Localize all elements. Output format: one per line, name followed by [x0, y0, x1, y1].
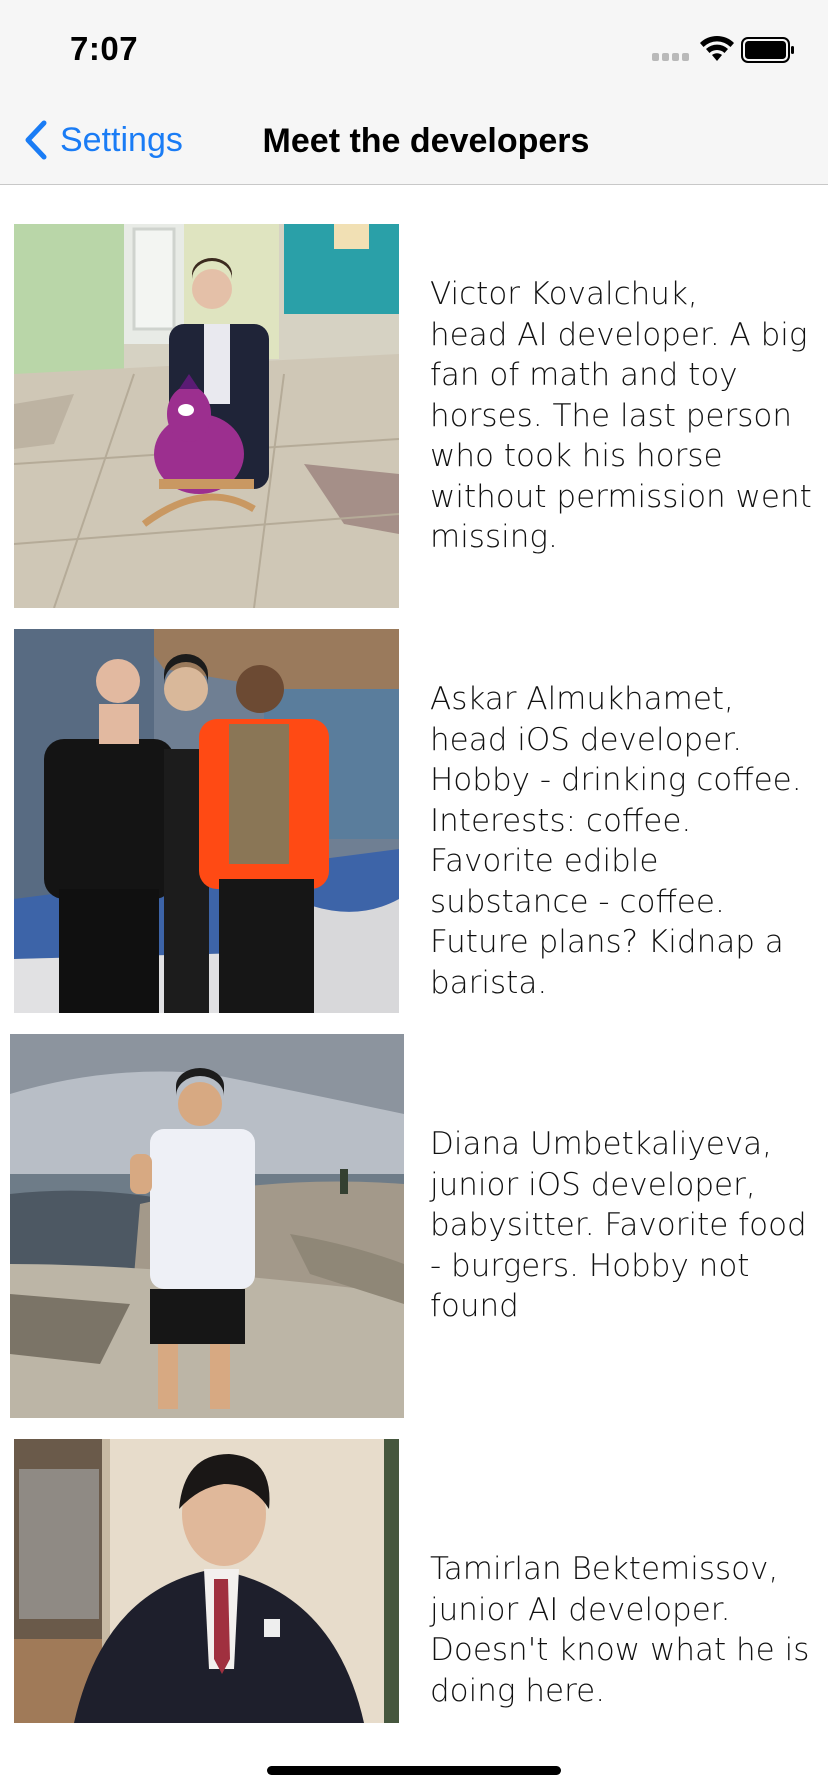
cellular-signal-icon: [652, 53, 690, 61]
status-bar: 7:07: [0, 0, 828, 96]
developer-card: Tamirlan Bektemissov, junior AI develope…: [0, 1439, 828, 1723]
developer-description: Askar Almukhamet, head iOS developer. Ho…: [430, 681, 802, 1001]
developer-photo: [14, 1439, 399, 1723]
developer-description: Tamirlan Bektemissov, junior AI develope…: [430, 1551, 810, 1709]
wifi-icon: [698, 34, 736, 64]
page-title: Meet the developers: [262, 122, 590, 160]
developer-description: Diana Umbetkaliyeva, junior iOS develope…: [430, 1126, 807, 1324]
developer-photo: [14, 629, 399, 1013]
battery-icon: [741, 37, 795, 63]
developer-photo: [14, 224, 399, 608]
navigation-bar: Settings Meet the developers: [0, 96, 828, 185]
status-time: 7:07: [70, 30, 139, 67]
developer-description: Victor Kovalchuk, head AI developer. A b…: [430, 276, 812, 555]
home-indicator[interactable]: [267, 1766, 561, 1775]
developer-card: Askar Almukhamet, head iOS developer. Ho…: [0, 629, 828, 1013]
developer-card: Diana Umbetkaliyeva, junior iOS develope…: [0, 1034, 828, 1418]
developer-photo: [10, 1034, 404, 1418]
developer-card: Victor Kovalchuk, head AI developer. A b…: [0, 224, 828, 608]
